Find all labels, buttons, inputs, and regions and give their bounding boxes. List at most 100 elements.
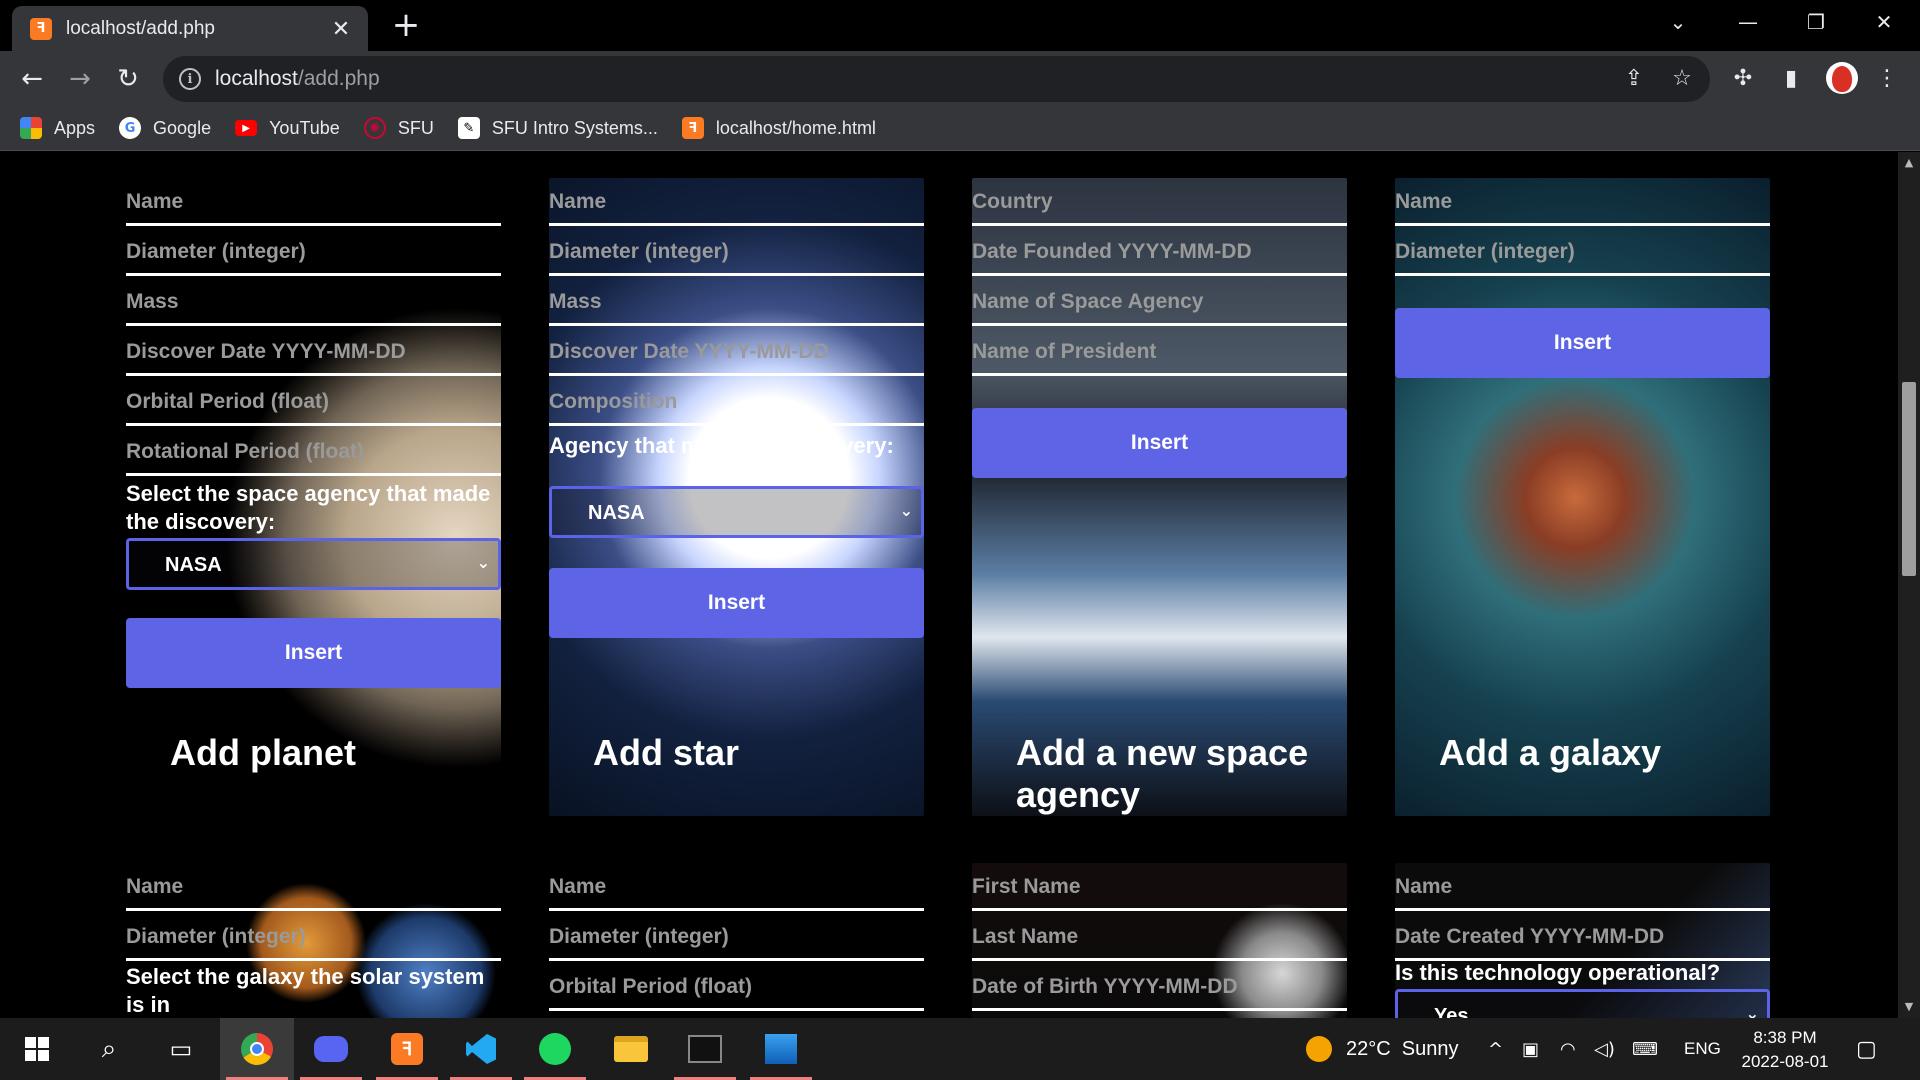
solar-galaxy-label: Select the galaxy the solar system is in xyxy=(126,964,485,1017)
spotify-taskbar-icon[interactable] xyxy=(518,1018,592,1080)
agency-country-input[interactable]: Country xyxy=(972,178,1347,226)
site-info-icon[interactable]: i xyxy=(179,68,201,90)
solar-diameter-input[interactable]: Diameter (integer) xyxy=(126,913,501,961)
moon-diameter-input[interactable]: Diameter (integer) xyxy=(549,913,924,961)
forward-button[interactable]: → xyxy=(62,61,98,97)
page-scrollbar[interactable]: ▲ ▼ xyxy=(1898,152,1920,1018)
galaxy-name-input[interactable]: Name xyxy=(1395,178,1770,226)
bookmark-localhost-home[interactable]: ꟻ localhost/home.html xyxy=(681,117,876,139)
bookmark-youtube[interactable]: ▶ YouTube xyxy=(235,118,340,139)
chrome-taskbar-icon[interactable] xyxy=(220,1018,294,1080)
bookmark-sfu[interactable]: ✺ SFU xyxy=(363,117,434,139)
chevron-down-icon: ⌄ xyxy=(899,501,913,520)
star-name-input[interactable]: Name xyxy=(549,178,924,226)
planet-discover-date-input[interactable]: Discover Date YYYY-MM-DD xyxy=(126,328,501,376)
bookmark-sfu-systems[interactable]: ✎ SFU Intro Systems... xyxy=(457,117,658,139)
scroll-up-icon[interactable]: ▲ xyxy=(1898,152,1920,174)
windows-start-icon[interactable] xyxy=(0,1018,74,1080)
share-icon[interactable]: ⇪ xyxy=(1617,61,1651,95)
planet-agency-select[interactable]: NASA ⌄ xyxy=(126,538,501,590)
reload-button[interactable]: ↻ xyxy=(110,61,146,97)
solar-name-input[interactable]: Name xyxy=(126,863,501,911)
taskbar-clock[interactable]: 8:38 PM 2022-08-01 xyxy=(1730,1026,1840,1074)
camera-icon[interactable]: ▣ xyxy=(1522,1018,1539,1080)
star-agency-select[interactable]: NASA ⌄ xyxy=(549,486,924,538)
bookmark-apps[interactable]: Apps xyxy=(20,117,95,139)
moon-name-input[interactable]: Name xyxy=(549,863,924,911)
bookmark-label: YouTube xyxy=(269,117,340,138)
side-panel-icon[interactable]: ▮ xyxy=(1774,61,1808,95)
address-bar[interactable]: i localhost/add.php xyxy=(163,56,1710,102)
astronaut-dob-input[interactable]: Date of Birth YYYY-MM-DD xyxy=(972,963,1347,1011)
task-view-icon[interactable]: ▭ xyxy=(144,1018,218,1080)
technology-operational-select[interactable]: Yes ⌄ xyxy=(1395,989,1770,1018)
tray-chevron-up-icon[interactable]: ^ xyxy=(1488,1018,1503,1080)
select-value: Yes xyxy=(1434,1005,1469,1018)
agency-insert-button[interactable]: Insert xyxy=(972,408,1347,478)
wifi-icon[interactable]: ◠ xyxy=(1560,1018,1576,1080)
discord-taskbar-icon[interactable] xyxy=(294,1018,368,1080)
planet-orbital-period-input[interactable]: Orbital Period (float) xyxy=(126,378,501,426)
bookmark-label: localhost/home.html xyxy=(715,117,876,138)
star-mass-input[interactable]: Mass xyxy=(549,278,924,326)
terminal-taskbar-icon[interactable] xyxy=(668,1018,742,1080)
back-button[interactable]: ← xyxy=(14,61,50,97)
new-tab-button[interactable]: + xyxy=(388,8,424,44)
astronaut-first-name-input[interactable]: First Name xyxy=(972,863,1347,911)
close-tab-icon[interactable]: ✕ xyxy=(328,16,354,42)
agency-name-input[interactable]: Name of Space Agency xyxy=(972,278,1347,326)
volume-icon[interactable]: ◁) xyxy=(1594,1018,1615,1080)
restore-button[interactable]: ❐ xyxy=(1786,0,1846,44)
planet-rotational-period-input[interactable]: Rotational Period (float) xyxy=(126,428,501,476)
galaxy-insert-button[interactable]: Insert xyxy=(1395,308,1770,378)
browser-toolbar: ← → ↻ i localhost/add.php ⇪ ☆ xyxy=(0,51,1920,106)
moon-orbital-period-input[interactable]: Orbital Period (float) xyxy=(549,963,924,1011)
photos-taskbar-icon[interactable] xyxy=(744,1018,818,1080)
notifications-icon[interactable]: ▢ xyxy=(1856,1018,1877,1080)
tab-search-icon[interactable]: ⌄ xyxy=(1648,0,1708,44)
scroll-down-icon[interactable]: ▼ xyxy=(1898,996,1920,1018)
apps-grid-icon xyxy=(20,117,42,139)
star-composition-input[interactable]: Composition xyxy=(549,378,924,426)
planet-mass-input[interactable]: Mass xyxy=(126,278,501,326)
file-explorer-taskbar-icon[interactable] xyxy=(594,1018,668,1080)
galaxy-card-title: Add a galaxy xyxy=(1439,732,1662,773)
sfu-systems-icon: ✎ xyxy=(457,117,480,139)
menu-kebab-icon[interactable]: ⋮ xyxy=(1870,61,1904,95)
bookmark-google[interactable]: G Google xyxy=(119,117,211,139)
minimize-button[interactable]: — xyxy=(1718,0,1778,44)
xampp-taskbar-icon[interactable]: ꟻ xyxy=(370,1018,444,1080)
star-card-title: Add star xyxy=(593,732,740,773)
profile-avatar[interactable] xyxy=(1826,62,1858,94)
browser-tab[interactable]: ꟻ localhost/add.php ✕ xyxy=(12,6,368,51)
scrollbar-thumb[interactable] xyxy=(1902,382,1916,576)
weather-widget[interactable]: 22°C Sunny xyxy=(1306,1018,1459,1080)
star-diameter-input[interactable]: Diameter (integer) xyxy=(549,228,924,276)
planet-card-title: Add planet xyxy=(170,732,356,773)
vscode-taskbar-icon[interactable] xyxy=(444,1018,518,1080)
xampp-icon: ꟻ xyxy=(681,117,704,139)
technology-date-created-input[interactable]: Date Created YYYY-MM-DD xyxy=(1395,913,1770,961)
search-icon[interactable]: ⌕ xyxy=(72,1018,146,1080)
extensions-icon[interactable]: ✣ xyxy=(1726,61,1760,95)
astronaut-last-name-input[interactable]: Last Name xyxy=(972,913,1347,961)
planet-insert-button[interactable]: Insert xyxy=(126,618,501,688)
technology-name-input[interactable]: Name xyxy=(1395,863,1770,911)
weather-text: 22°C Sunny xyxy=(1346,1037,1459,1060)
technology-operational-label: Is this technology operational? xyxy=(1395,960,1721,985)
keyboard-icon[interactable]: ⌨ xyxy=(1632,1018,1658,1080)
add-moon-card: Name Diameter (integer) Orbital Period (… xyxy=(549,863,924,1018)
agency-date-founded-input[interactable]: Date Founded YYYY-MM-DD xyxy=(972,228,1347,276)
close-window-button[interactable]: ✕ xyxy=(1854,0,1914,44)
star-insert-button[interactable]: Insert xyxy=(549,568,924,638)
add-agency-card: Country Date Founded YYYY-MM-DD Name of … xyxy=(972,178,1347,816)
planet-agency-label: Select the space agency that made the di… xyxy=(126,481,491,534)
language-indicator[interactable]: ENG xyxy=(1684,1018,1721,1080)
agency-president-input[interactable]: Name of President xyxy=(972,328,1347,376)
planet-name-input[interactable]: Name xyxy=(126,178,501,226)
bookmark-star-icon[interactable]: ☆ xyxy=(1665,61,1699,95)
galaxy-diameter-input[interactable]: Diameter (integer) xyxy=(1395,228,1770,276)
star-discover-date-input[interactable]: Discover Date YYYY-MM-DD xyxy=(549,328,924,376)
planet-diameter-input[interactable]: Diameter (integer) xyxy=(126,228,501,276)
tab-title: localhost/add.php xyxy=(66,17,215,39)
